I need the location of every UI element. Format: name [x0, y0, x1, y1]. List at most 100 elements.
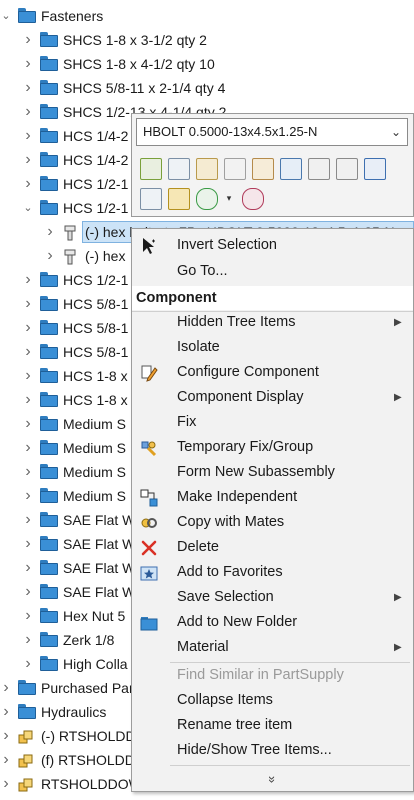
chevron-right-icon[interactable]: › — [22, 652, 34, 676]
tree-item-label: Purchased Par — [41, 680, 134, 696]
color-wheel-icon[interactable] — [242, 188, 264, 210]
tree-item-label: (-) RTSHOLDD — [41, 728, 136, 744]
chevron-right-icon[interactable]: › — [22, 148, 34, 172]
menu-expand-more-button[interactable]: » — [132, 767, 413, 792]
chevron-right-icon[interactable]: › — [44, 244, 56, 268]
tree-item-label: HCS 5/8-1 — [63, 296, 129, 312]
menu-item-label: Find Similar in PartSupply — [177, 667, 344, 683]
context-menu: Invert Selection Go To... Component Hidd… — [131, 228, 414, 792]
menu-item-add-to-new-folder[interactable]: Add to New Folder — [132, 610, 413, 635]
folder-icon — [40, 32, 58, 47]
chevron-right-icon[interactable]: › — [0, 748, 12, 772]
move-component-icon[interactable] — [280, 158, 302, 180]
menu-item-temporary-fix-group[interactable]: Temporary Fix/Group — [132, 435, 413, 460]
chevron-right-icon[interactable]: › — [0, 700, 12, 724]
chevron-right-icon[interactable]: › — [22, 388, 34, 412]
menu-item-material[interactable]: Material ▶ — [132, 635, 413, 660]
chevron-right-icon[interactable]: › — [0, 772, 12, 796]
isolate-icon[interactable] — [168, 188, 190, 210]
menu-item-rename-tree-item[interactable]: Rename tree item — [132, 713, 413, 738]
chevron-right-icon[interactable]: › — [22, 556, 34, 580]
menu-item-label: Rename tree item — [177, 717, 293, 733]
chevron-down-icon[interactable]: ⌄ — [391, 119, 401, 145]
make-transparent-icon[interactable] — [252, 158, 274, 180]
tree-item[interactable]: › SHCS 5/8-11 x 2-1/4 qty 4 — [0, 76, 414, 100]
edit-part-icon[interactable] — [140, 158, 162, 180]
chevron-right-icon[interactable]: › — [22, 412, 34, 436]
appearance-dropdown-icon[interactable]: ▾ — [224, 188, 234, 208]
cursor-arrow-icon — [140, 237, 158, 255]
menu-item-isolate[interactable]: Isolate — [132, 335, 413, 360]
part-configuration-select[interactable]: HBOLT 0.5000-13x4.5x1.25-N ⌄ — [136, 118, 408, 146]
folder-icon — [18, 680, 36, 695]
chevron-right-icon[interactable]: › — [22, 52, 34, 76]
chevron-down-icon[interactable]: ⌄ — [22, 196, 34, 220]
chevron-right-icon[interactable]: › — [0, 724, 12, 748]
chevron-right-icon[interactable]: › — [22, 604, 34, 628]
tree-item-fasteners[interactable]: ⌄ Fasteners — [0, 4, 414, 28]
chevron-right-icon[interactable]: › — [22, 580, 34, 604]
menu-item-copy-with-mates[interactable]: Copy with Mates — [132, 510, 413, 535]
chevron-right-icon[interactable]: › — [22, 124, 34, 148]
hide-component-icon[interactable] — [224, 158, 246, 180]
folder-icon — [140, 614, 158, 632]
menu-item-make-independent[interactable]: Make Independent — [132, 485, 413, 510]
folder-icon — [40, 200, 58, 215]
menu-item-label: Delete — [177, 539, 219, 555]
appearance-icon[interactable] — [196, 188, 218, 210]
tree-item-label: SAE Flat W — [63, 584, 136, 600]
chevron-right-icon[interactable]: › — [22, 100, 34, 124]
chevron-right-icon[interactable]: › — [22, 532, 34, 556]
menu-item-label: Hide/Show Tree Items... — [177, 742, 332, 758]
favorites-star-icon — [140, 564, 158, 582]
zoom-to-selection-icon[interactable] — [140, 188, 162, 210]
chevron-right-icon[interactable]: › — [22, 292, 34, 316]
chevron-down-icon[interactable]: ⌄ — [0, 4, 12, 28]
chevron-right-icon[interactable]: › — [44, 220, 56, 244]
menu-item-invert-selection[interactable]: Invert Selection — [132, 233, 413, 258]
folder-icon — [40, 440, 58, 455]
tree-item-label: HCS 1-8 x — [63, 368, 128, 384]
menu-item-add-to-favorites[interactable]: Add to Favorites — [132, 560, 413, 585]
chevron-right-icon[interactable]: › — [22, 628, 34, 652]
menu-item-hidden-tree-items[interactable]: Hidden Tree Items ▶ — [132, 310, 413, 335]
tree-item[interactable]: › SHCS 1-8 x 4-1/2 qty 10 — [0, 52, 414, 76]
chevron-right-icon[interactable]: › — [22, 340, 34, 364]
menu-item-delete[interactable]: Delete — [132, 535, 413, 560]
submenu-arrow-icon: ▶ — [394, 392, 402, 403]
chevron-right-icon[interactable]: › — [22, 508, 34, 532]
chevron-right-icon[interactable]: › — [22, 268, 34, 292]
mate-icon[interactable] — [308, 158, 330, 180]
view-mates-icon[interactable] — [336, 158, 358, 180]
chevron-right-icon[interactable]: › — [22, 172, 34, 196]
menu-item-fix[interactable]: Fix — [132, 410, 413, 435]
tree-item-label: HCS 5/8-1 — [63, 344, 129, 360]
submenu-arrow-icon: ▶ — [394, 592, 402, 603]
part-icon — [62, 224, 78, 241]
menu-item-save-selection[interactable]: Save Selection ▶ — [132, 585, 413, 610]
component-properties-icon[interactable] — [364, 158, 386, 180]
menu-item-configure-component[interactable]: Configure Component — [132, 360, 413, 385]
component-toolbar-popup: HBOLT 0.5000-13x4.5x1.25-N ⌄ ▾ — [131, 113, 414, 217]
menu-item-collapse-items[interactable]: Collapse Items — [132, 688, 413, 713]
folder-icon — [18, 704, 36, 719]
chevron-right-icon[interactable]: › — [22, 28, 34, 52]
chevron-right-icon[interactable]: › — [22, 364, 34, 388]
menu-item-component-display[interactable]: Component Display ▶ — [132, 385, 413, 410]
tree-item-label: (-) hex — [85, 248, 126, 264]
menu-item-form-new-subassembly[interactable]: Form New Subassembly — [132, 460, 413, 485]
chevron-right-icon[interactable]: › — [22, 76, 34, 100]
tree-item[interactable]: › SHCS 1-8 x 3-1/2 qty 2 — [0, 28, 414, 52]
menu-item-go-to[interactable]: Go To... — [132, 259, 413, 284]
rebuild-icon[interactable] — [168, 158, 190, 180]
open-part-icon[interactable] — [196, 158, 218, 180]
chevron-right-icon[interactable]: › — [22, 484, 34, 508]
menu-item-label: Temporary Fix/Group — [177, 439, 314, 455]
menu-item-label: Configure Component — [177, 364, 319, 380]
menu-item-hide-show-tree-items[interactable]: Hide/Show Tree Items... — [132, 738, 413, 763]
folder-icon — [40, 512, 58, 527]
chevron-right-icon[interactable]: › — [22, 460, 34, 484]
chevron-right-icon[interactable]: › — [0, 676, 12, 700]
chevron-right-icon[interactable]: › — [22, 436, 34, 460]
chevron-right-icon[interactable]: › — [22, 316, 34, 340]
